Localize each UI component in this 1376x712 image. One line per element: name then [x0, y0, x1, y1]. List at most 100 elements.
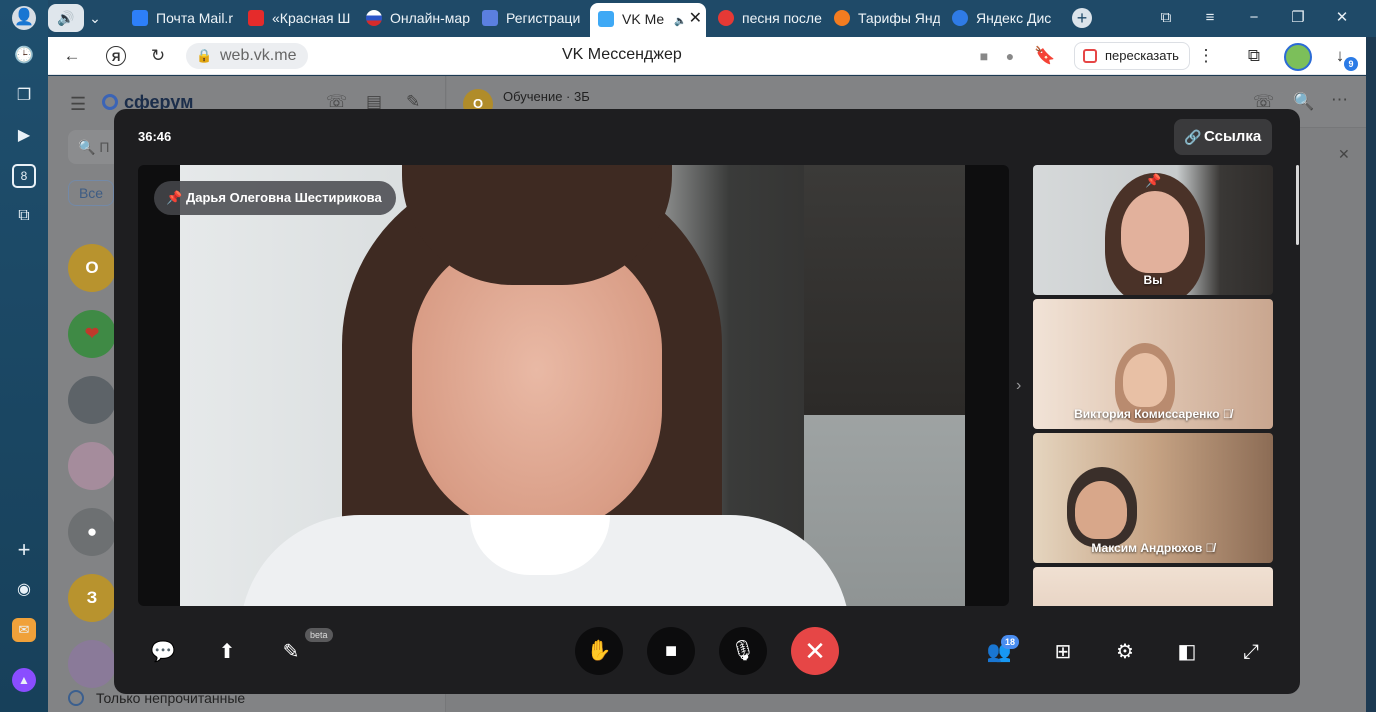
tariffs-favicon-icon: [834, 10, 850, 26]
end-call-button[interactable]: ✕: [791, 627, 839, 675]
tab-online-market[interactable]: Онлайн-мар: [366, 4, 470, 32]
close-tab-icon[interactable]: ✕: [689, 3, 702, 35]
heart-icon: ❤: [84, 324, 100, 343]
url-field[interactable]: 🔒 web.vk.me: [186, 43, 308, 69]
tab-vk-messenger[interactable]: VK Ме 🔈 ✕: [590, 3, 706, 37]
microphone-icon: 🎙: [730, 640, 756, 662]
chat-avatar[interactable]: [68, 640, 116, 688]
microphone-permission-icon[interactable]: ●: [1000, 46, 1020, 66]
call-window: 36:46 🔗 Ссылка 📌 Дарья Олеговна Шестирик…: [114, 109, 1300, 694]
profile-icon[interactable]: 👤: [12, 6, 36, 30]
tab-audio-icon[interactable]: 🔈: [674, 16, 686, 27]
filter-all-button[interactable]: Все: [68, 180, 114, 206]
address-bar: ← Я ↻ 🔒 web.vk.me VK Мессенджер ■ ● 🔖 пе…: [48, 37, 1366, 75]
tab-mail[interactable]: Почта Mail.r: [132, 4, 236, 32]
tab-song[interactable]: песня после: [718, 4, 822, 32]
participants-strip: 📌 Вы Виктория Комиссаренко 🎙̸ Максим Анд…: [1033, 165, 1273, 606]
fullscreen-icon[interactable]: ⤢: [1238, 639, 1264, 665]
participant-name: Вы: [1143, 273, 1163, 287]
hand-icon: ✋: [586, 640, 612, 662]
unread-filter-icon: [68, 690, 84, 706]
tabs-menu-chevron-icon[interactable]: ⌄: [84, 4, 106, 32]
camera-permission-icon[interactable]: ■: [974, 46, 994, 66]
restore-icon[interactable]: ❐: [1288, 8, 1308, 28]
raise-hand-button[interactable]: ✋: [575, 627, 623, 675]
add-panel-icon[interactable]: +: [12, 538, 36, 562]
alice-status-icon[interactable]: ◉: [12, 578, 36, 602]
close-window-icon[interactable]: ✕: [1332, 8, 1352, 28]
tab-collections-icon[interactable]: ⧉: [1156, 8, 1176, 28]
extensions-icon[interactable]: ⧉: [1244, 46, 1264, 66]
more-options-icon[interactable]: ⋮: [1196, 46, 1216, 66]
profile-avatar[interactable]: [1284, 43, 1312, 71]
tab-yandex-disk[interactable]: Яндекс Дис: [952, 4, 1058, 32]
yandex-icon[interactable]: Я: [106, 46, 126, 66]
camera-icon: ■: [664, 640, 678, 662]
beta-badge: beta: [305, 628, 333, 642]
alice-icon[interactable]: ▲: [12, 668, 36, 692]
participant-name: Виктория Комиссаренко 🎙̸: [1074, 407, 1232, 421]
tab-tariffs[interactable]: Тарифы Янд: [834, 4, 940, 32]
close-icon: ✕: [804, 636, 826, 666]
video-background-shelf: [804, 165, 965, 415]
krasnaya-favicon-icon: [248, 10, 264, 26]
yandex-favicon-icon: [718, 10, 734, 26]
history-icon[interactable]: 🕒: [12, 44, 36, 68]
banner-close-icon[interactable]: ✕: [1338, 146, 1350, 163]
pencil-icon[interactable]: ✎: [278, 639, 304, 665]
clipboard-favicon-icon: [482, 10, 498, 26]
lock-icon: 🔒: [196, 48, 213, 63]
mic-muted-icon: 🎙̸: [1222, 407, 1232, 421]
picture-in-picture-icon[interactable]: ◧: [1174, 639, 1200, 665]
sidebar-app-icon[interactable]: 8: [12, 164, 36, 188]
reload-icon[interactable]: ↻: [148, 46, 168, 66]
chat-bubble-icon[interactable]: 💬: [150, 639, 176, 665]
mail-app-icon[interactable]: ✉: [12, 618, 36, 642]
sferum-logo-icon: [102, 94, 118, 110]
menu-icon[interactable]: ≡: [1200, 8, 1220, 28]
sound-icon[interactable]: 🔊: [48, 4, 84, 32]
chevron-right-icon[interactable]: ›: [1016, 377, 1021, 395]
microphone-button[interactable]: 🎙: [719, 627, 767, 675]
video-frame: [180, 165, 965, 606]
bookmark-icon[interactable]: 🔖: [1034, 46, 1055, 66]
participant-tile[interactable]: 📌 Вы: [1033, 165, 1273, 295]
chat-avatar[interactable]: О: [68, 244, 116, 292]
tab-registration[interactable]: Регистраци: [482, 4, 586, 32]
screenshot-icon[interactable]: ⧉: [12, 204, 36, 228]
screen-share-icon[interactable]: ⬆: [214, 639, 240, 665]
user-placeholder-icon: ●: [86, 522, 98, 541]
chat-search-icon[interactable]: 🔍: [1293, 92, 1314, 112]
participant-video: [1123, 353, 1167, 407]
copy-link-button[interactable]: 🔗 Ссылка: [1174, 119, 1272, 155]
video-icon[interactable]: ▶: [12, 124, 36, 148]
call-timer: 36:46: [138, 129, 172, 144]
participant-tile[interactable]: Максим Андрюхов 🎙̸: [1033, 433, 1273, 563]
chat-menu-icon[interactable]: ⋯: [1331, 90, 1348, 110]
participant-tile[interactable]: [1033, 567, 1273, 606]
chat-avatar[interactable]: [68, 442, 116, 490]
pinned-speaker-label[interactable]: 📌 Дарья Олеговна Шестирикова: [154, 181, 396, 215]
tab-krasnaya[interactable]: «Красная Ш: [248, 4, 352, 32]
main-video[interactable]: 📌 Дарья Олеговна Шестирикова: [138, 165, 1009, 606]
settings-gear-icon[interactable]: ⚙: [1112, 639, 1138, 665]
tab-strip: 🔊 ⌄ Почта Mail.r «Красная Ш Онлайн-мар Р…: [48, 0, 1376, 37]
chat-avatar[interactable]: ❤: [68, 310, 116, 358]
pin-icon: 📌: [166, 190, 183, 205]
chat-avatar[interactable]: ●: [68, 508, 116, 556]
mic-muted-icon: 🎙̸: [1205, 541, 1215, 555]
channel-title[interactable]: Обучение · 3Б: [503, 89, 590, 104]
hamburger-icon[interactable]: ☰: [70, 94, 86, 115]
new-tab-icon[interactable]: +: [1072, 8, 1092, 28]
chat-avatar[interactable]: [68, 376, 116, 424]
collections-icon[interactable]: ❐: [12, 84, 36, 108]
page-title: VK Мессенджер: [562, 46, 682, 63]
participants-scrollbar[interactable]: [1296, 165, 1299, 245]
chat-avatar[interactable]: З: [68, 574, 116, 622]
grid-layout-icon[interactable]: ⊞: [1050, 639, 1076, 665]
minimize-icon[interactable]: −: [1244, 8, 1264, 28]
retell-button[interactable]: пересказать: [1074, 42, 1190, 70]
participant-tile[interactable]: Виктория Комиссаренко 🎙̸: [1033, 299, 1273, 429]
camera-button[interactable]: ■: [647, 627, 695, 675]
back-icon[interactable]: ←: [62, 46, 82, 66]
